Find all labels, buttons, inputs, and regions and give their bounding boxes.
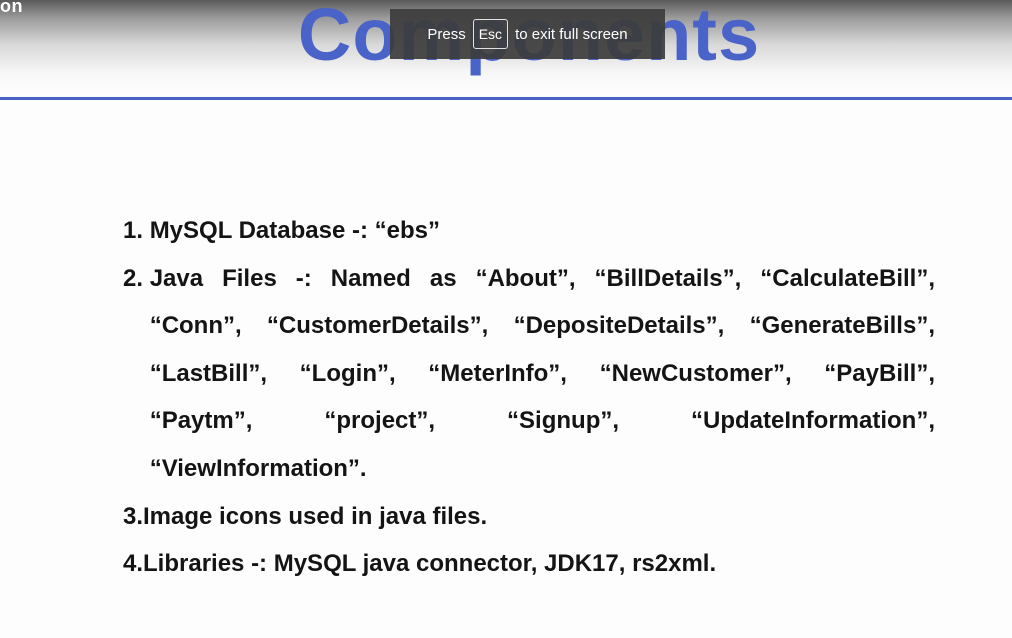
esc-key-hint: Esc: [472, 19, 509, 49]
list-item-text: MySQL Database -: “ebs”: [149, 217, 440, 244]
list-item-number: 4.: [123, 550, 144, 578]
slide-body-list: 1. MySQL Database -: “ebs” 2. Java Files…: [123, 207, 935, 588]
fullscreen-exit-notice: Press Esc to exit full screen: [390, 9, 665, 59]
notice-prefix: Press: [427, 25, 466, 43]
list-item-text: Java Files -: Named as “About”, “BillDet…: [149, 264, 935, 482]
list-item-database: 1. MySQL Database -: “ebs”: [123, 207, 935, 255]
list-item-text: Image icons used in java files.: [143, 502, 488, 530]
list-item-image-icons: 3. Image icons used in java files.: [123, 493, 935, 541]
notice-suffix: to exit full screen: [515, 25, 628, 43]
list-item-number: 1.: [123, 217, 150, 244]
list-item-libraries: 4. Libraries -: MySQL java connector, JD…: [123, 540, 935, 588]
list-item-number: 2.: [123, 264, 150, 292]
list-item-java-files: 2. Java Files -: Named as “About”, “Bill…: [123, 255, 935, 493]
list-item-number: 3.: [123, 502, 144, 530]
list-item-text: Libraries -: MySQL java connector, JDK17…: [143, 550, 717, 578]
title-divider: [0, 97, 1012, 100]
